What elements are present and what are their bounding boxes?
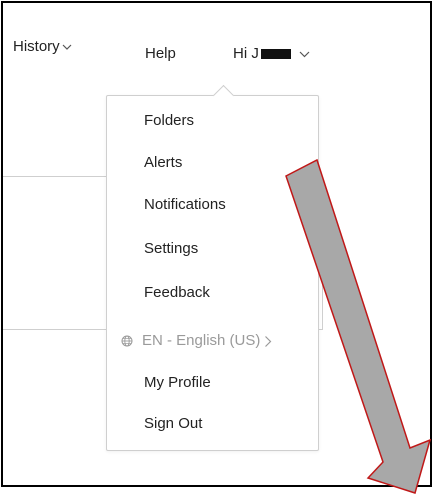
nav-history[interactable]: History: [13, 38, 72, 55]
screenshot-stage: History Help Hi J Folders Alerts Notific…: [0, 0, 435, 500]
menu-item-my-profile[interactable]: My Profile: [144, 374, 211, 391]
menu-item-sign-out[interactable]: Sign Out: [144, 415, 202, 432]
user-menu-toggle[interactable]: Hi J: [233, 45, 310, 62]
nav-help[interactable]: Help: [145, 45, 176, 62]
user-dropdown-menu: Folders Alerts Notifications Settings Fe…: [106, 84, 319, 451]
menu-item-language[interactable]: EN - English (US): [121, 332, 272, 349]
chevron-down-icon: [299, 51, 310, 57]
app-frame: History Help Hi J Folders Alerts Notific…: [1, 1, 432, 487]
language-label: EN - English (US): [142, 332, 261, 349]
user-greeting: Hi J: [233, 45, 259, 62]
menu-item-settings[interactable]: Settings: [144, 240, 198, 257]
menu-item-alerts[interactable]: Alerts: [144, 154, 182, 171]
menu-item-folders[interactable]: Folders: [144, 112, 194, 129]
globe-icon: [121, 335, 133, 347]
nav-history-label: History: [13, 38, 60, 55]
nav-help-label: Help: [145, 45, 176, 62]
chevron-right-icon: [265, 335, 272, 347]
redacted-username: [260, 49, 291, 60]
dropdown-caret: [212, 84, 235, 107]
menu-item-feedback[interactable]: Feedback: [144, 284, 210, 301]
chevron-down-icon: [62, 44, 72, 50]
menu-item-notifications[interactable]: Notifications: [144, 196, 226, 213]
